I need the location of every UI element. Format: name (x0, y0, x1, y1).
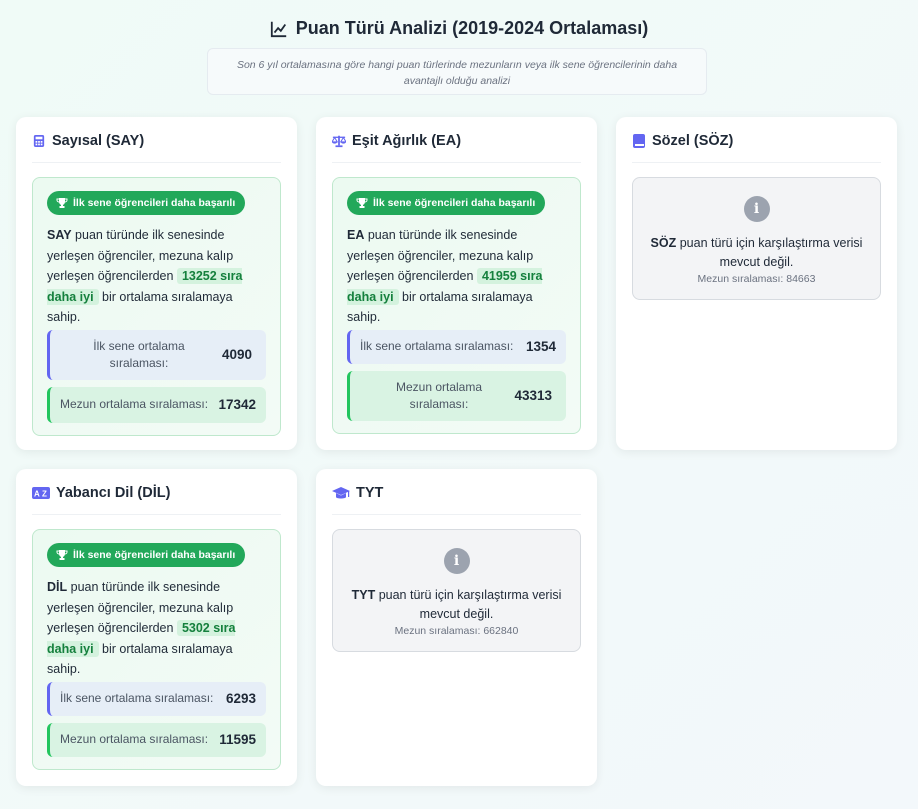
graduate-rank-note: Mezun sıralaması: 84663 (697, 273, 816, 285)
first-year-value: 4090 (221, 347, 252, 362)
no-data-text: puan türü için karşılaştırma verisi mevc… (679, 236, 863, 269)
calculator-icon (32, 134, 46, 148)
graduate-stat: Mezun ortalama sıralaması: 17342 (47, 386, 266, 423)
graduate-label: Mezun ortalama sıralaması: (60, 397, 209, 411)
info-icon: i (743, 196, 770, 222)
comparison-description: DİL puan türünde ilk senesinde yerleşen … (47, 577, 266, 680)
card-title: TYT (332, 483, 581, 515)
status-badge-text: İlk sene öğrencileri daha başarılı (73, 197, 236, 209)
status-badge: İlk sene öğrencileri daha başarılı (47, 543, 246, 567)
first-year-stat: İlk sene ortalama sıralaması: 1354 (347, 329, 566, 364)
graduation-cap-icon (332, 486, 350, 500)
graduate-stat: Mezun ortalama sıralaması: 43313 (347, 370, 566, 421)
scale-balance-icon (332, 134, 346, 148)
status-badge: İlk sene öğrencileri daha başarılı (347, 191, 546, 215)
status-badge: İlk sene öğrencileri daha başarılı (47, 191, 246, 215)
score-type-code: SÖZ (650, 236, 677, 250)
language-icon: AZ (32, 486, 50, 500)
card-title: Eşit Ağırlık (EA) (332, 131, 581, 163)
card-title-text: Sözel (SÖZ) (652, 132, 734, 149)
card-soz: Sözel (SÖZ) i SÖZ puan türü için karşıla… (616, 117, 897, 450)
card-tyt: TYT i TYT puan türü için karşılaştırma v… (316, 469, 597, 786)
card-title-text: Sayısal (SAY) (52, 132, 145, 149)
card-title: Sayısal (SAY) (32, 131, 281, 163)
comparison-box: İlk sene öğrencileri daha başarılı DİL p… (32, 529, 281, 770)
graduate-value: 43313 (514, 388, 552, 403)
no-data-text: puan türü için karşılaştırma verisi mevc… (378, 588, 562, 621)
no-data-box: i SÖZ puan türü için karşılaştırma veris… (632, 177, 881, 300)
card-title-text: TYT (356, 484, 384, 501)
comparison-description: EA puan türünde ilk senesinde yerleşen ö… (347, 225, 566, 328)
no-data-message: TYT puan türü için karşılaştırma verisi … (345, 586, 568, 624)
no-data-box: i TYT puan türü için karşılaştırma veris… (332, 529, 581, 652)
info-icon: i (443, 548, 470, 574)
graduate-label: Mezun ortalama sıralaması: (395, 379, 483, 411)
score-type-code: TYT (351, 588, 376, 602)
first-year-value: 1354 (525, 339, 556, 354)
card-title-text: Yabancı Dil (DİL) (56, 484, 171, 501)
card-title: AZ Yabancı Dil (DİL) (32, 483, 281, 515)
status-badge-text: İlk sene öğrencileri daha başarılı (373, 197, 536, 209)
comparison-description: SAY puan türünde ilk senesinde yerleşen … (47, 225, 266, 328)
card-ea: Eşit Ağırlık (EA) İlk sene öğrencileri d… (316, 117, 597, 450)
card-title-text: Eşit Ağırlık (EA) (352, 132, 462, 149)
score-type-code: DİL (47, 580, 68, 594)
graduate-rank-note: Mezun sıralaması: 662840 (394, 625, 519, 637)
page-title-text: Puan Türü Analizi (2019-2024 Ortalaması) (295, 18, 649, 38)
page-title: Puan Türü Analizi (2019-2024 Ortalaması) (270, 18, 648, 39)
card-say: Sayısal (SAY) İlk sene öğrencileri daha … (16, 117, 297, 450)
first-year-value: 6293 (225, 691, 256, 706)
first-year-stat: İlk sene ortalama sıralaması: 4090 (47, 329, 266, 380)
trophy-icon (356, 198, 368, 208)
card-title: Sözel (SÖZ) (632, 131, 881, 163)
page-subtitle: Son 6 yıl ortalamasına göre hangi puan t… (207, 48, 707, 95)
score-type-code: EA (347, 228, 365, 242)
book-icon (632, 133, 646, 148)
page-header: Puan Türü Analizi (2019-2024 Ortalaması) (0, 18, 918, 43)
first-year-label: İlk sene ortalama sıralaması: (360, 339, 514, 353)
svg-text:Z: Z (42, 489, 47, 498)
comparison-box: İlk sene öğrencileri daha başarılı SAY p… (32, 177, 281, 436)
graduate-value: 17342 (218, 397, 256, 412)
svg-text:A: A (34, 489, 40, 498)
score-type-code: SAY (47, 228, 72, 242)
card-dil: AZ Yabancı Dil (DİL) İlk sene öğrenciler… (16, 469, 297, 786)
graduate-label: Mezun ortalama sıralaması: (60, 732, 209, 746)
first-year-stat: İlk sene ortalama sıralaması: 6293 (47, 681, 266, 716)
first-year-label: İlk sene ortalama sıralaması: (60, 691, 214, 705)
trophy-icon (56, 550, 68, 560)
graduate-stat: Mezun ortalama sıralaması: 11595 (47, 722, 266, 757)
chart-line-icon (270, 21, 286, 37)
no-data-message: SÖZ puan türü için karşılaştırma verisi … (645, 234, 868, 272)
trophy-icon (56, 198, 68, 208)
graduate-value: 11595 (219, 732, 256, 747)
comparison-box: İlk sene öğrencileri daha başarılı EA pu… (332, 177, 581, 434)
status-badge-text: İlk sene öğrencileri daha başarılı (73, 549, 236, 561)
first-year-label: İlk sene ortalama sıralaması: (93, 338, 185, 370)
